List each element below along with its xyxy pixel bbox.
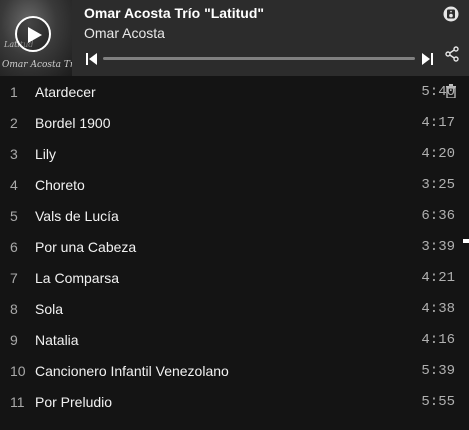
track-duration: 6:36 [421, 208, 455, 224]
track-title: Sola [35, 301, 64, 317]
track-title: Natalia [35, 332, 79, 348]
track-row[interactable]: 4 Choreto 3:25 [0, 169, 469, 200]
track-row[interactable]: 1 Atardecer 5:40 [0, 76, 469, 107]
track-row[interactable]: 9 Natalia 4:16 [0, 324, 469, 355]
track-row[interactable]: 2 Bordel 1900 4:17 [0, 107, 469, 138]
skip-previous-icon [86, 53, 97, 65]
progress-bar[interactable] [103, 57, 415, 60]
track-number: 6 [10, 239, 18, 255]
player-header: Latitud Omar Acosta Trío Omar Acosta Trí… [0, 0, 469, 99]
track-number: 5 [10, 208, 18, 224]
track-row[interactable]: 3 Lily 4:20 [0, 138, 469, 169]
cover-artist-text: Omar Acosta Trío [2, 60, 72, 70]
album-title: Omar Acosta Trío "Latitud" [84, 5, 265, 21]
track-duration: 4:38 [421, 301, 455, 317]
track-number: 2 [10, 115, 18, 131]
track-title: Choreto [35, 177, 85, 193]
track-row[interactable]: 5 Vals de Lucía 6:36 [0, 200, 469, 231]
track-list: 1 Atardecer 5:40 2 Bordel 1900 4:17 3 Li… [0, 76, 469, 417]
track-duration: 4:16 [421, 332, 455, 348]
track-number: 4 [10, 177, 18, 193]
share-icon [445, 46, 459, 62]
track-title: Vals de Lucía [35, 208, 119, 224]
track-row[interactable]: 6 Por una Cabeza 3:39 [0, 231, 469, 262]
track-title: La Comparsa [35, 270, 120, 286]
track-duration: 3:39 [421, 239, 455, 255]
next-button[interactable] [421, 52, 433, 70]
track-duration: 5:39 [421, 363, 455, 379]
track-number: 3 [10, 146, 18, 162]
speaker-device-icon [443, 6, 459, 22]
share-button[interactable] [444, 46, 460, 67]
track-row[interactable]: 10 Cancionero Infantil Venezolano 5:39 [0, 355, 469, 386]
track-duration: 4:21 [421, 270, 455, 286]
track-title: Por una Cabeza [35, 239, 137, 255]
track-duration: 4:17 [421, 115, 455, 131]
track-number: 9 [10, 332, 18, 348]
track-title: Por Preludio [35, 394, 113, 410]
track-title: Bordel 1900 [35, 115, 111, 131]
track-title: Cancionero Infantil Venezolano [35, 363, 229, 379]
track-duration: 3:25 [421, 177, 455, 193]
previous-button[interactable] [86, 52, 98, 70]
track-duration: 5:55 [421, 394, 455, 410]
play-icon [28, 27, 42, 43]
scroll-edge-handle[interactable] [463, 239, 469, 243]
track-number: 7 [10, 270, 18, 286]
skip-next-icon [422, 53, 433, 65]
track-row[interactable]: 11 Por Preludio 5:55 [0, 386, 469, 417]
track-duration: 5:40 [421, 84, 455, 100]
artist-name[interactable]: Omar Acosta [84, 25, 165, 41]
track-number: 1 [10, 84, 18, 100]
track-number: 11 [10, 394, 25, 410]
track-number: 10 [10, 363, 26, 379]
track-row[interactable]: 7 La Comparsa 4:21 [0, 262, 469, 293]
speaker-device-button[interactable] [443, 6, 459, 27]
track-duration: 4:20 [421, 146, 455, 162]
track-number: 8 [10, 301, 18, 317]
play-button[interactable] [15, 16, 51, 52]
track-title: Lily [35, 146, 57, 162]
track-title: Atardecer [35, 84, 96, 100]
track-row[interactable]: 8 Sola 4:38 [0, 293, 469, 324]
